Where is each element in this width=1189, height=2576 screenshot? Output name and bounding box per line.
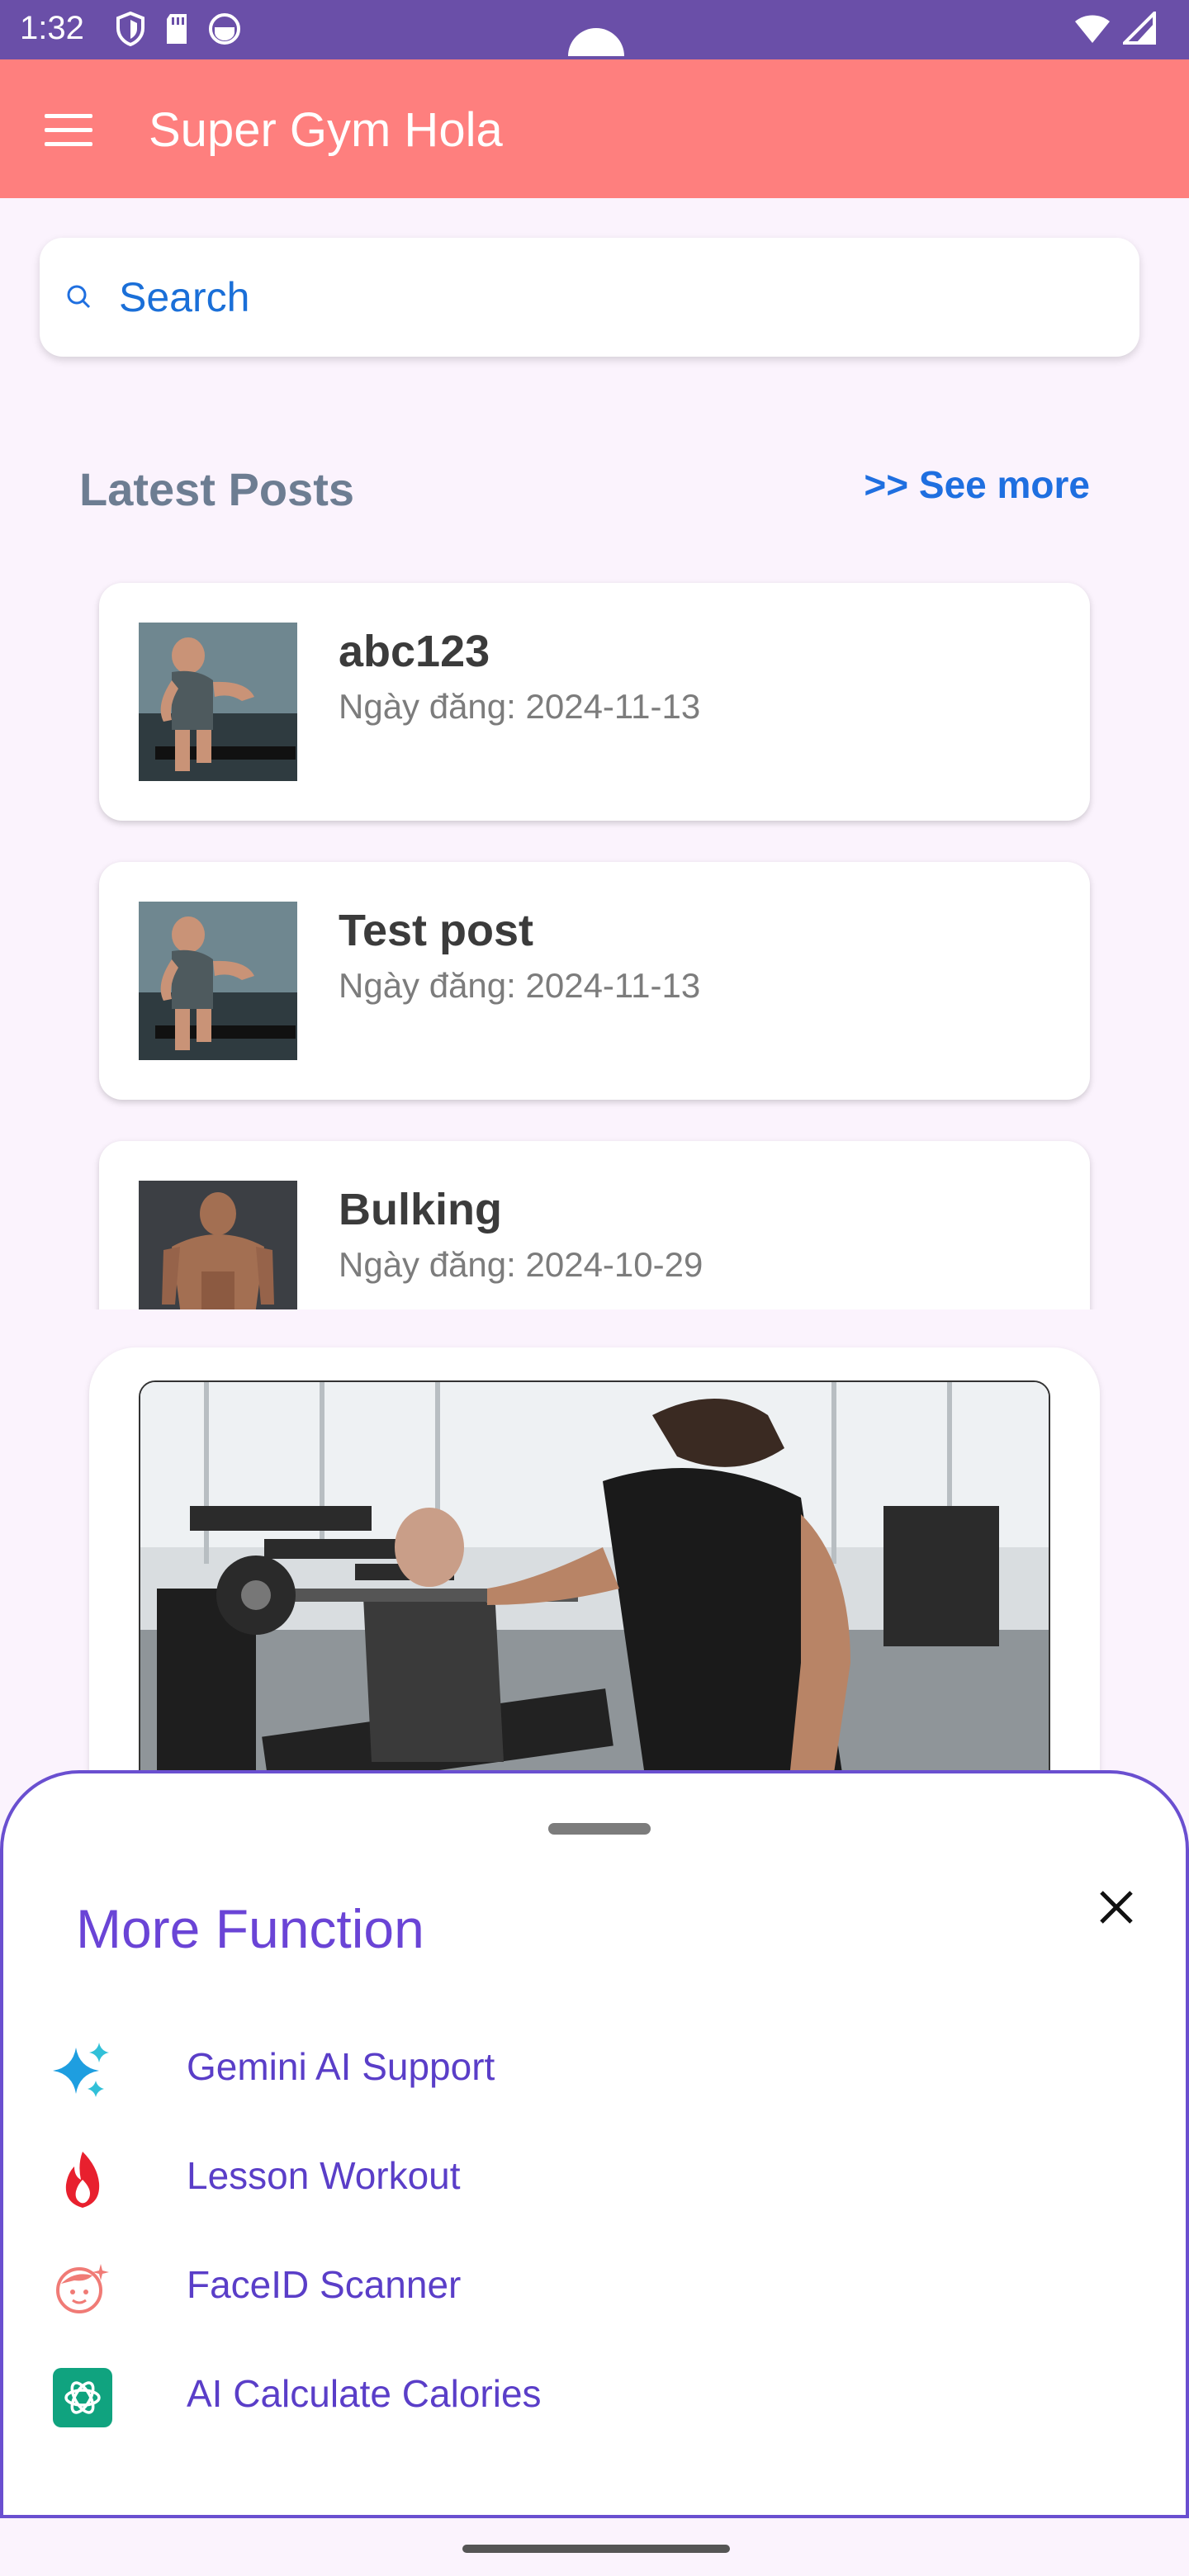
post-title: Bulking	[339, 1185, 502, 1234]
app-bar: Super Gym Hola	[0, 59, 1189, 198]
function-item-lesson-workout[interactable]: Lesson Workout	[50, 2132, 1123, 2214]
see-more-link[interactable]: >> See more	[864, 462, 1090, 507]
face-icon	[56, 2264, 109, 2313]
post-card[interactable]: Bulking Ngày đăng: 2024-10-29	[99, 1141, 1090, 1309]
wifi-icon	[1075, 15, 1110, 43]
feature-image	[139, 1380, 1050, 1826]
sparkle-icon	[53, 2043, 109, 2097]
close-icon[interactable]	[1093, 1884, 1139, 1930]
function-item-gemini[interactable]: Gemini AI Support	[50, 2023, 1123, 2105]
shield-icon	[116, 12, 144, 46]
function-label: Lesson Workout	[187, 2154, 461, 2197]
sd-card-icon	[167, 14, 187, 44]
post-date: Ngày đăng: 2024-10-29	[339, 1245, 703, 1284]
post-date: Ngày đăng: 2024-11-13	[339, 966, 701, 1005]
smiley-icon	[209, 13, 240, 45]
posts-list[interactable]: abc123 Ngày đăng: 2024-11-13 Test post N…	[0, 570, 1189, 1309]
function-item-faceid[interactable]: FaceID Scanner	[50, 2241, 1123, 2323]
post-thumbnail	[139, 902, 297, 1060]
post-title: Test post	[339, 906, 534, 955]
function-item-ai-calories[interactable]: AI Calculate Calories	[50, 2350, 1123, 2432]
post-date: Ngày đăng: 2024-11-13	[339, 687, 701, 726]
search-icon	[67, 285, 91, 309]
search-bar[interactable]	[40, 238, 1139, 357]
status-time: 1:32	[20, 10, 84, 46]
post-thumbnail	[139, 1181, 297, 1309]
sheet-drag-handle[interactable]	[548, 1823, 651, 1835]
status-bar: 1:32	[0, 0, 1189, 59]
status-icons-right	[1073, 12, 1156, 45]
function-label: Gemini AI Support	[187, 2045, 495, 2088]
post-card[interactable]: abc123 Ngày đăng: 2024-11-13	[99, 583, 1090, 821]
signal-icon	[1123, 12, 1156, 45]
post-thumbnail	[139, 623, 297, 781]
function-label: AI Calculate Calories	[187, 2372, 542, 2415]
latest-posts-heading: Latest Posts	[79, 463, 354, 515]
post-card[interactable]: Test post Ngày đăng: 2024-11-13	[99, 862, 1090, 1100]
function-label: FaceID Scanner	[187, 2263, 462, 2306]
search-input[interactable]	[119, 268, 1110, 327]
post-title: abc123	[339, 627, 490, 676]
status-icons-left	[116, 12, 241, 46]
home-gesture-bar[interactable]	[462, 2545, 730, 2553]
app-title: Super Gym Hola	[149, 103, 503, 157]
hamburger-icon[interactable]	[45, 114, 92, 147]
flame-icon	[65, 2152, 100, 2208]
sheet-title: More Function	[76, 1898, 424, 1959]
feature-card[interactable]	[89, 1347, 1100, 1843]
more-function-sheet: More Function Gemini AI Support Lesson W…	[0, 1770, 1189, 2518]
openai-icon	[53, 2368, 112, 2427]
